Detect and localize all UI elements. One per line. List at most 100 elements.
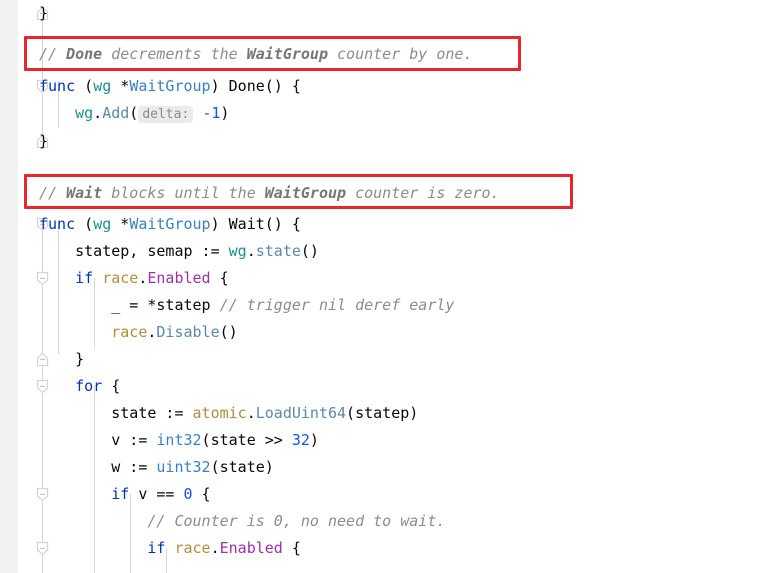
code-token-plain: v :=: [111, 431, 157, 449]
code-token-plain: ): [220, 104, 230, 122]
code-token-fn: Wait: [228, 215, 265, 233]
code-token-plain: () {: [264, 77, 301, 95]
code-token-cmt: // trigger nil deref early: [219, 296, 455, 314]
code-token-plain: *: [111, 215, 130, 233]
code-token-type: int32: [156, 431, 202, 449]
code-line[interactable]: func (wg *WaitGroup) Done() {: [39, 73, 301, 100]
code-token-plain: .: [246, 404, 256, 422]
code-editor[interactable]: } // Done decrements the WaitGroup counte…: [0, 0, 760, 573]
code-token-recv: wg: [228, 242, 247, 260]
code-token-kw: for: [75, 377, 103, 395]
code-token-plain: (): [219, 323, 238, 341]
code-line[interactable]: if race.Enabled {: [75, 265, 229, 292]
code-token-cmt: //: [39, 184, 67, 202]
code-line[interactable]: if race.Enabled {: [147, 535, 301, 562]
indent-guide: [58, 224, 59, 354]
code-token-cmt: // Counter is 0, no need to wait.: [147, 512, 446, 530]
code-token-kw: if: [111, 485, 130, 503]
code-token-num: 32: [291, 431, 310, 449]
code-token-inlay: delta:: [138, 106, 194, 123]
editor-gutter[interactable]: [0, 0, 19, 573]
code-token-plain: .: [93, 104, 103, 122]
code-line[interactable]: race.Disable(): [111, 319, 237, 346]
code-line[interactable]: }: [39, 128, 48, 155]
code-token-recv: wg: [75, 104, 94, 122]
code-token-call: Add: [102, 104, 130, 122]
fold-gutter[interactable]: [18, 0, 49, 573]
code-line[interactable]: if v == 0 {: [111, 481, 210, 508]
code-token-plain: state :=: [111, 404, 193, 422]
code-token-plain: w :=: [111, 458, 157, 476]
code-token-plain: (state): [210, 458, 274, 476]
code-token-cmt: decrements the: [102, 45, 247, 63]
code-line[interactable]: wg.Add(delta: -1): [75, 100, 229, 127]
code-token-num: -1: [202, 104, 221, 122]
code-token-plain: {: [282, 539, 301, 557]
code-token-plain: ): [210, 215, 229, 233]
code-token-cmt: counter is zero.: [346, 184, 500, 202]
code-token-plain: .: [138, 269, 148, 287]
code-line[interactable]: // Wait blocks until the WaitGroup count…: [39, 180, 500, 207]
code-token-plain: }: [39, 132, 49, 150]
code-token-plain: v ==: [129, 485, 184, 503]
code-line[interactable]: v := int32(state >> 32): [111, 427, 319, 454]
code-token-pkg: race: [102, 269, 139, 287]
code-token-kw: if: [147, 539, 166, 557]
code-token-cmt-b: Done: [66, 45, 103, 63]
code-line[interactable]: // Done decrements the WaitGroup counter…: [39, 41, 473, 68]
code-token-plain: (: [75, 215, 94, 233]
code-line[interactable]: for {: [75, 373, 120, 400]
code-token-plain: {: [210, 269, 229, 287]
code-token-member: Enabled: [219, 539, 283, 557]
code-token-plain: ): [309, 431, 319, 449]
code-line[interactable]: }: [75, 346, 84, 373]
code-token-plain: .: [246, 242, 256, 260]
indent-guide: [94, 386, 95, 573]
code-token-kw: func: [39, 215, 76, 233]
code-token-type: WaitGroup: [129, 77, 211, 95]
code-line[interactable]: statep, semap := wg.state(): [75, 238, 319, 265]
code-token-kw: if: [75, 269, 94, 287]
code-line[interactable]: state := atomic.LoadUint64(statep): [111, 400, 418, 427]
code-token-plain: _ = *statep: [111, 296, 220, 314]
code-token-member: Enabled: [147, 269, 211, 287]
code-token-fn: Done: [228, 77, 265, 95]
code-token-plain: *: [111, 77, 130, 95]
code-token-plain: ): [210, 77, 229, 95]
code-token-pkg: atomic: [192, 404, 247, 422]
code-token-plain: {: [192, 485, 211, 503]
code-token-pkg: race: [111, 323, 148, 341]
code-token-call: state: [255, 242, 301, 260]
code-token-cmt: counter by one.: [328, 45, 473, 63]
code-token-cmt-b: Wait: [66, 184, 103, 202]
code-line[interactable]: }: [39, 0, 48, 27]
code-token-cmt: //: [39, 45, 67, 63]
code-token-type: WaitGroup: [129, 215, 211, 233]
code-token-pkg: race: [174, 539, 211, 557]
code-token-plain: {: [102, 377, 121, 395]
code-line[interactable]: w := uint32(state): [111, 454, 274, 481]
code-token-plain: }: [39, 4, 49, 22]
code-token-kw: func: [39, 77, 76, 95]
code-token-plain: (: [75, 77, 94, 95]
code-token-plain: (statep): [346, 404, 419, 422]
code-token-plain: statep, semap :=: [75, 242, 229, 260]
code-token-num: 0: [183, 485, 193, 503]
code-line[interactable]: // Counter is 0, no need to wait.: [147, 508, 445, 535]
code-token-plain: (: [129, 104, 139, 122]
code-token-plain: .: [210, 539, 220, 557]
code-line[interactable]: _ = *statep // trigger nil deref early: [111, 292, 454, 319]
code-token-cmt-b: WaitGroup: [246, 45, 328, 63]
code-token-cmt-b: WaitGroup: [264, 184, 347, 202]
code-token-type: uint32: [156, 458, 211, 476]
code-token-plain: (state >>: [201, 431, 292, 449]
code-line[interactable]: func (wg *WaitGroup) Wait() {: [39, 211, 301, 238]
code-text-area[interactable]: } // Done decrements the WaitGroup counte…: [39, 0, 760, 573]
code-token-call: LoadUint64: [255, 404, 347, 422]
code-token-recv: wg: [93, 215, 112, 233]
code-token-cmt: blocks until the: [102, 184, 265, 202]
code-token-call: Disable: [156, 323, 220, 341]
code-token-recv: wg: [93, 77, 112, 95]
